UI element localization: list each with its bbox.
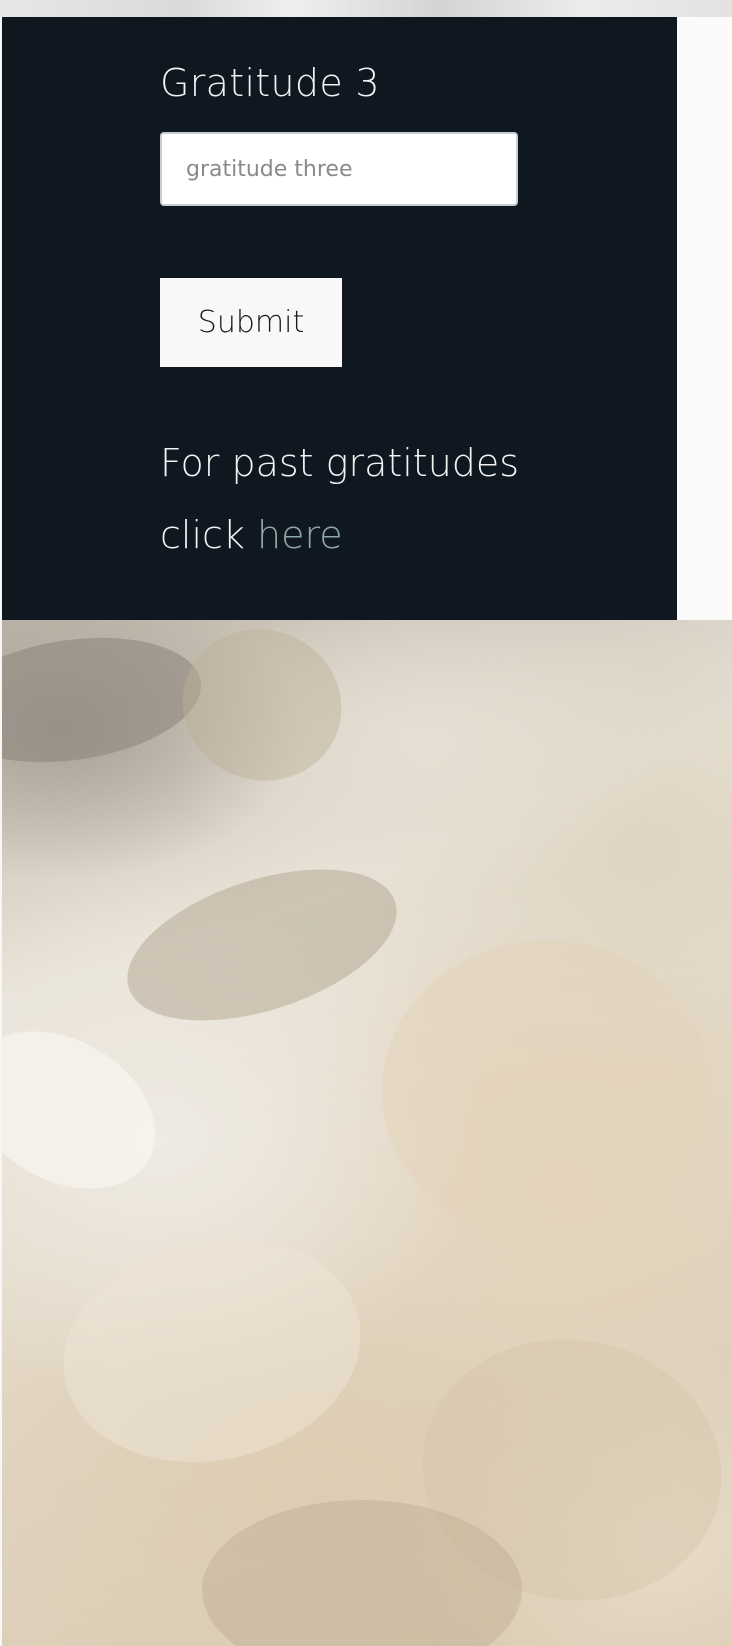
- paint-stroke: [382, 940, 712, 1240]
- past-gratitudes-click-line: click here: [160, 499, 640, 571]
- gratitude-3-input[interactable]: [160, 132, 518, 206]
- right-panel: [677, 17, 732, 620]
- click-prefix: click: [160, 513, 257, 557]
- paint-texture-image: [2, 620, 732, 1646]
- gratitude-form-panel: Gratitude 3 Submit For past gratitudes c…: [2, 17, 677, 620]
- paint-stroke: [108, 839, 416, 1051]
- past-gratitudes-line: For past gratitudes: [160, 441, 520, 485]
- past-gratitudes-text: For past gratitudes click here: [160, 427, 640, 571]
- paint-stroke: [2, 622, 210, 778]
- paint-stroke: [161, 620, 363, 803]
- paint-stroke: [42, 1211, 382, 1489]
- gratitude-3-label: Gratitude 3: [160, 61, 380, 105]
- submit-button[interactable]: Submit: [160, 278, 342, 367]
- past-gratitudes-link[interactable]: here: [257, 513, 343, 557]
- paint-stroke: [2, 999, 184, 1221]
- top-strip: [0, 0, 732, 17]
